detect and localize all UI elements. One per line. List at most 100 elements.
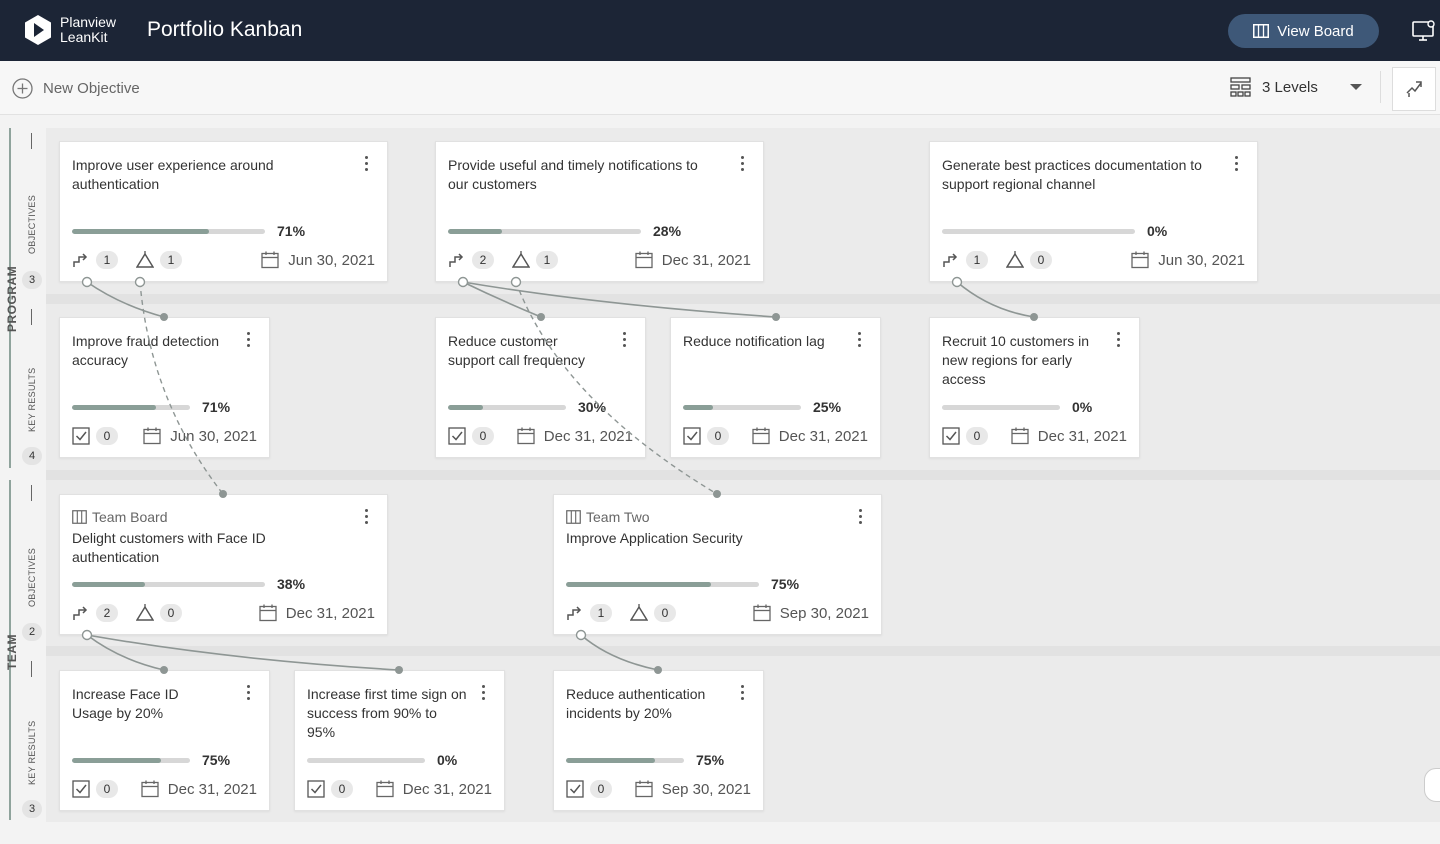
checkbox-icon <box>307 780 325 798</box>
checkbox-icon <box>72 427 90 445</box>
due-date: Dec 31, 2021 <box>635 251 751 269</box>
due-date: Dec 31, 2021 <box>259 604 375 622</box>
due-date: Jun 30, 2021 <box>261 251 375 269</box>
mountain-icon <box>136 604 154 621</box>
kebab-menu-icon[interactable] <box>1117 332 1121 348</box>
plus-circle-icon <box>12 78 33 99</box>
lane-separator <box>46 646 1440 656</box>
card-title: Improve user experience around authentic… <box>72 157 274 192</box>
owners-count: 0 <box>160 604 182 622</box>
kebab-menu-icon[interactable] <box>247 332 251 348</box>
card-footer: 0 <box>307 780 353 798</box>
team-board-link[interactable]: Team Board <box>72 509 167 525</box>
lane-count-badge: 2 <box>22 623 42 641</box>
top-bar: Planview LeanKit Portfolio Kanban View B… <box>0 0 1440 61</box>
card-title: Delight customers with Face ID authentic… <box>72 530 266 565</box>
board-icon <box>72 510 87 524</box>
toolbar-divider <box>1380 71 1381 103</box>
key-results-count: 1 <box>96 251 118 269</box>
kebab-menu-icon[interactable] <box>247 685 251 701</box>
key-results-icon <box>449 253 464 267</box>
kebab-menu-icon[interactable] <box>365 509 369 525</box>
due-date: Dec 31, 2021 <box>1011 427 1127 445</box>
board-icon <box>1253 24 1270 38</box>
due-date: Sep 30, 2021 <box>635 780 751 798</box>
progress-bar <box>942 405 1060 410</box>
calendar-icon <box>635 780 653 798</box>
objective-card[interactable]: Provide useful and timely notifications … <box>435 141 764 282</box>
due-date: Dec 31, 2021 <box>517 427 633 445</box>
card-title: Improve fraud detection accuracy <box>72 333 220 368</box>
key-result-card[interactable]: Reduce customer support call frequency 3… <box>435 317 646 458</box>
checkbox-icon <box>72 780 90 798</box>
checkbox-icon <box>566 780 584 798</box>
team-board-link[interactable]: Team Two <box>566 509 650 525</box>
new-objective-button[interactable]: New Objective <box>12 78 140 99</box>
key-result-card[interactable]: Reduce authentication incidents by 20% 7… <box>553 670 764 811</box>
progress-bar <box>448 405 566 410</box>
due-date: Sep 30, 2021 <box>753 604 869 622</box>
lane-count-badge: 3 <box>22 800 42 818</box>
tasks-count: 0 <box>331 780 353 798</box>
objectives-lane-label: OBJECTIVES <box>27 194 37 254</box>
monitor-user-icon[interactable] <box>1412 19 1438 43</box>
card-title: Generate best practices documentation to… <box>942 157 1202 192</box>
lane-tick <box>31 485 32 501</box>
progress-bar <box>566 582 759 587</box>
objective-card[interactable]: Generate best practices documentation to… <box>929 141 1258 282</box>
program-label: PROGRAM <box>5 265 19 332</box>
connections-toggle-button[interactable] <box>1392 67 1436 111</box>
kebab-menu-icon[interactable] <box>859 509 863 525</box>
planview-logo-icon <box>25 15 51 45</box>
checkbox-icon <box>942 427 960 445</box>
tasks-count: 0 <box>96 780 118 798</box>
key-results-count: 2 <box>96 604 118 622</box>
kebab-menu-icon[interactable] <box>741 156 745 172</box>
card-title: Increase Face ID Usage by 20% <box>72 686 179 721</box>
objective-card[interactable]: Improve user experience around authentic… <box>59 141 388 282</box>
progress-percent: 28% <box>653 223 682 239</box>
progress-percent: 75% <box>202 752 231 768</box>
kebab-menu-icon[interactable] <box>858 332 862 348</box>
progress-bar <box>307 758 425 763</box>
kebab-menu-icon[interactable] <box>482 685 486 701</box>
progress-bar <box>72 405 190 410</box>
board-toolbar: New Objective 3 Levels <box>0 61 1440 115</box>
progress-percent: 25% <box>813 399 842 415</box>
tasks-count: 0 <box>590 780 612 798</box>
team-objective-card[interactable]: Team Board Delight customers with Face I… <box>59 494 388 635</box>
progress-bar <box>448 229 641 234</box>
key-result-card[interactable]: Recruit 10 customers in new regions for … <box>929 317 1140 458</box>
kebab-menu-icon[interactable] <box>1235 156 1239 172</box>
progress-percent: 0% <box>437 752 458 768</box>
calendar-icon <box>635 251 653 269</box>
card-title: Provide useful and timely notifications … <box>448 157 698 192</box>
key-result-card[interactable]: Improve fraud detection accuracy 71% 0 J… <box>59 317 270 458</box>
kebab-menu-icon[interactable] <box>365 156 369 172</box>
card-footer: 0 <box>942 427 988 445</box>
key-results-icon <box>73 253 88 267</box>
kebab-menu-icon[interactable] <box>741 685 745 701</box>
calendar-icon <box>143 427 161 445</box>
mountain-icon <box>136 251 154 268</box>
levels-dropdown[interactable]: 3 Levels <box>1230 77 1362 97</box>
card-footer: 1 0 <box>942 251 1052 269</box>
key-result-card[interactable]: Increase first time sign on success from… <box>294 670 505 811</box>
card-title: Increase first time sign on success from… <box>307 686 467 740</box>
card-footer: 0 <box>448 427 494 445</box>
scroll-handle[interactable] <box>1424 768 1440 802</box>
checkbox-icon <box>683 427 701 445</box>
card-title: Reduce customer support call frequency <box>448 333 585 368</box>
lane-separator <box>46 294 1440 304</box>
kebab-menu-icon[interactable] <box>623 332 627 348</box>
mountain-icon <box>1006 251 1024 268</box>
key-result-card[interactable]: Increase Face ID Usage by 20% 75% 0 Dec … <box>59 670 270 811</box>
view-board-button[interactable]: View Board <box>1228 14 1379 48</box>
lane-tick <box>31 133 32 149</box>
team-objective-card[interactable]: Team Two Improve Application Security 75… <box>553 494 882 635</box>
calendar-icon <box>1011 427 1029 445</box>
objectives-lane-label: OBJECTIVES <box>27 547 37 607</box>
key-results-icon <box>567 606 582 620</box>
lane-separator <box>46 470 1440 480</box>
key-result-card[interactable]: Reduce notification lag 25% 0 Dec 31, 20… <box>670 317 881 458</box>
